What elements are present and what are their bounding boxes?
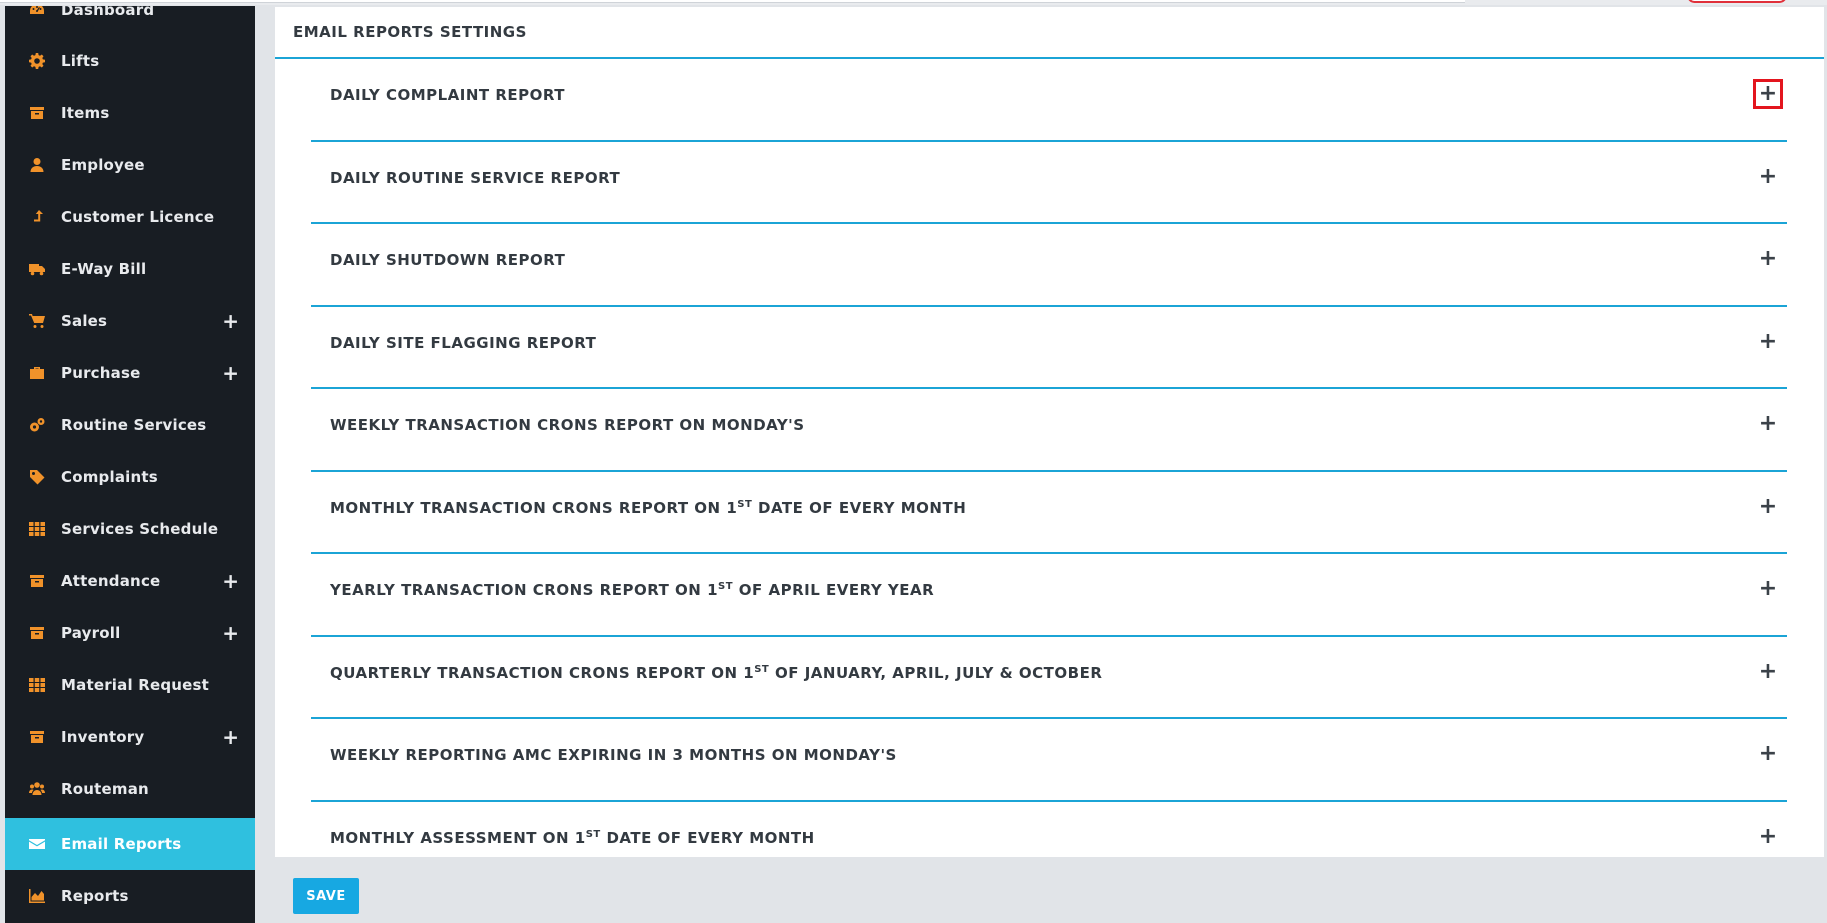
sidebar-item-label: E-Way Bill [61,260,147,278]
arrow-up-icon [29,209,45,225]
top-bar-edge [0,0,1465,3]
report-row-weekly-amc-expiring[interactable]: WEEKLY REPORTING AMC EXPIRING IN 3 MONTH… [311,719,1787,802]
sidebar: Dashboard Lifts Items Employee Customer … [5,6,255,923]
sidebar-item-routine-services[interactable]: Routine Services [5,399,255,451]
sidebar-item-e-way-bill[interactable]: E-Way Bill [5,243,255,295]
users-icon [29,781,45,797]
sidebar-item-label: Material Request [61,676,210,694]
sidebar-item-label: Employee [61,156,145,174]
expand-plus-icon[interactable]: + [1753,574,1783,604]
report-label: WEEKLY TRANSACTION CRONS REPORT ON MONDA… [330,416,805,434]
sidebar-item-services-schedule[interactable]: Services Schedule [5,503,255,555]
report-label: MONTHLY TRANSACTION CRONS REPORT ON 1ST … [330,498,967,517]
truck-icon [29,261,45,277]
expand-plus-icon[interactable]: + [1753,657,1783,687]
report-row-monthly-assessment[interactable]: MONTHLY ASSESSMENT ON 1ST DATE OF EVERY … [311,802,1787,885]
page-title: EMAIL REPORTS SETTINGS [293,23,527,41]
expand-plus-icon[interactable]: + [222,311,239,331]
grid-icon [29,677,45,693]
expand-plus-icon[interactable]: + [1753,739,1783,769]
report-row-daily-site-flagging[interactable]: DAILY SITE FLAGGING REPORT + [311,307,1787,389]
save-button[interactable]: SAVE [293,878,359,914]
email-reports-settings-card: EMAIL REPORTS SETTINGS DAILY COMPLAINT R… [275,7,1824,857]
tag-icon [29,469,45,485]
report-label: DAILY SHUTDOWN REPORT [330,251,566,269]
expand-plus-icon[interactable]: + [222,727,239,747]
sidebar-item-sales[interactable]: Sales + [5,295,255,347]
report-row-yearly-transaction-crons[interactable]: YEARLY TRANSACTION CRONS REPORT ON 1ST O… [311,554,1787,637]
sidebar-item-label: Dashboard [61,6,155,19]
sidebar-item-label: Customer Licence [61,208,215,226]
envelope-icon [29,836,45,852]
expand-plus-icon[interactable]: + [1753,327,1783,357]
expand-plus-icon[interactable]: + [222,571,239,591]
sidebar-item-label: Routeman [61,780,149,798]
archive-box-icon [29,105,45,121]
sidebar-item-label: Inventory [61,728,145,746]
gear-icon [29,53,45,69]
sidebar-item-attendance[interactable]: Attendance + [5,555,255,607]
sidebar-item-label: Attendance [61,572,161,590]
sidebar-item-label: Complaints [61,468,158,486]
report-label: WEEKLY REPORTING AMC EXPIRING IN 3 MONTH… [330,746,897,764]
sidebar-item-customer-licence[interactable]: Customer Licence [5,191,255,243]
sidebar-item-purchase[interactable]: Purchase + [5,347,255,399]
sidebar-item-label: Lifts [61,52,100,70]
expand-plus-icon[interactable]: + [222,623,239,643]
sidebar-item-items[interactable]: Items [5,87,255,139]
expand-plus-icon[interactable]: + [222,363,239,383]
sidebar-item-email-reports[interactable]: Email Reports [5,818,255,870]
report-label: DAILY COMPLAINT REPORT [330,86,566,104]
sidebar-item-reports[interactable]: Reports [5,870,255,922]
report-label: DAILY ROUTINE SERVICE REPORT [330,168,621,187]
top-strip [0,0,1827,5]
header-red-button-edge[interactable] [1687,0,1787,3]
sidebar-item-employee[interactable]: Employee [5,139,255,191]
archive-box-icon [29,729,45,745]
report-row-monthly-transaction-crons[interactable]: MONTHLY TRANSACTION CRONS REPORT ON 1ST … [311,472,1787,554]
report-label: YEARLY TRANSACTION CRONS REPORT ON 1ST O… [330,581,935,599]
grid-icon [29,521,45,537]
report-row-weekly-transaction-crons[interactable]: WEEKLY TRANSACTION CRONS REPORT ON MONDA… [311,389,1787,472]
expand-plus-icon[interactable]: + [1753,409,1783,439]
report-label: DAILY SITE FLAGGING REPORT [330,333,597,352]
area-chart-icon [29,888,45,904]
expand-plus-icon[interactable]: + [1753,162,1783,192]
gears-icon [29,417,45,433]
expand-plus-icon[interactable]: + [1753,492,1783,522]
expand-plus-icon[interactable]: + [1753,79,1783,109]
archive-box-icon [29,625,45,641]
sidebar-item-label: Purchase [61,364,141,382]
dashboard-icon [29,6,45,18]
sidebar-item-material-request[interactable]: Material Request [5,659,255,711]
report-row-daily-routine-service[interactable]: DAILY ROUTINE SERVICE REPORT + [311,142,1787,224]
report-label: MONTHLY ASSESSMENT ON 1ST DATE OF EVERY … [330,828,815,847]
sidebar-item-lifts[interactable]: Lifts [5,35,255,87]
briefcase-icon [29,365,45,381]
report-accordion: DAILY COMPLAINT REPORT + DAILY ROUTINE S… [311,59,1787,884]
sidebar-item-routeman[interactable]: Routeman [5,763,255,815]
sidebar-item-label: Payroll [61,624,121,642]
sidebar-item-label: Services Schedule [61,520,219,538]
archive-box-icon [29,573,45,589]
sidebar-item-label: Routine Services [61,416,207,434]
user-icon [29,157,45,173]
sidebar-item-payroll[interactable]: Payroll + [5,607,255,659]
report-label: QUARTERLY TRANSACTION CRONS REPORT ON 1S… [330,663,1103,682]
expand-plus-icon[interactable]: + [1753,822,1783,852]
sidebar-item-dashboard[interactable]: Dashboard [5,6,255,36]
report-row-daily-shutdown[interactable]: DAILY SHUTDOWN REPORT + [311,224,1787,307]
sidebar-item-complaints[interactable]: Complaints [5,451,255,503]
cart-icon [29,313,45,329]
expand-plus-icon[interactable]: + [1753,244,1783,274]
card-header: EMAIL REPORTS SETTINGS [275,7,1824,59]
report-row-daily-complaint[interactable]: DAILY COMPLAINT REPORT + [311,59,1787,142]
sidebar-item-label: Reports [61,887,129,905]
sidebar-item-label: Sales [61,312,108,330]
sidebar-item-label: Items [61,104,110,122]
sidebar-item-label: Email Reports [61,835,182,853]
sidebar-item-inventory[interactable]: Inventory + [5,711,255,763]
report-row-quarterly-transaction-crons[interactable]: QUARTERLY TRANSACTION CRONS REPORT ON 1S… [311,637,1787,719]
